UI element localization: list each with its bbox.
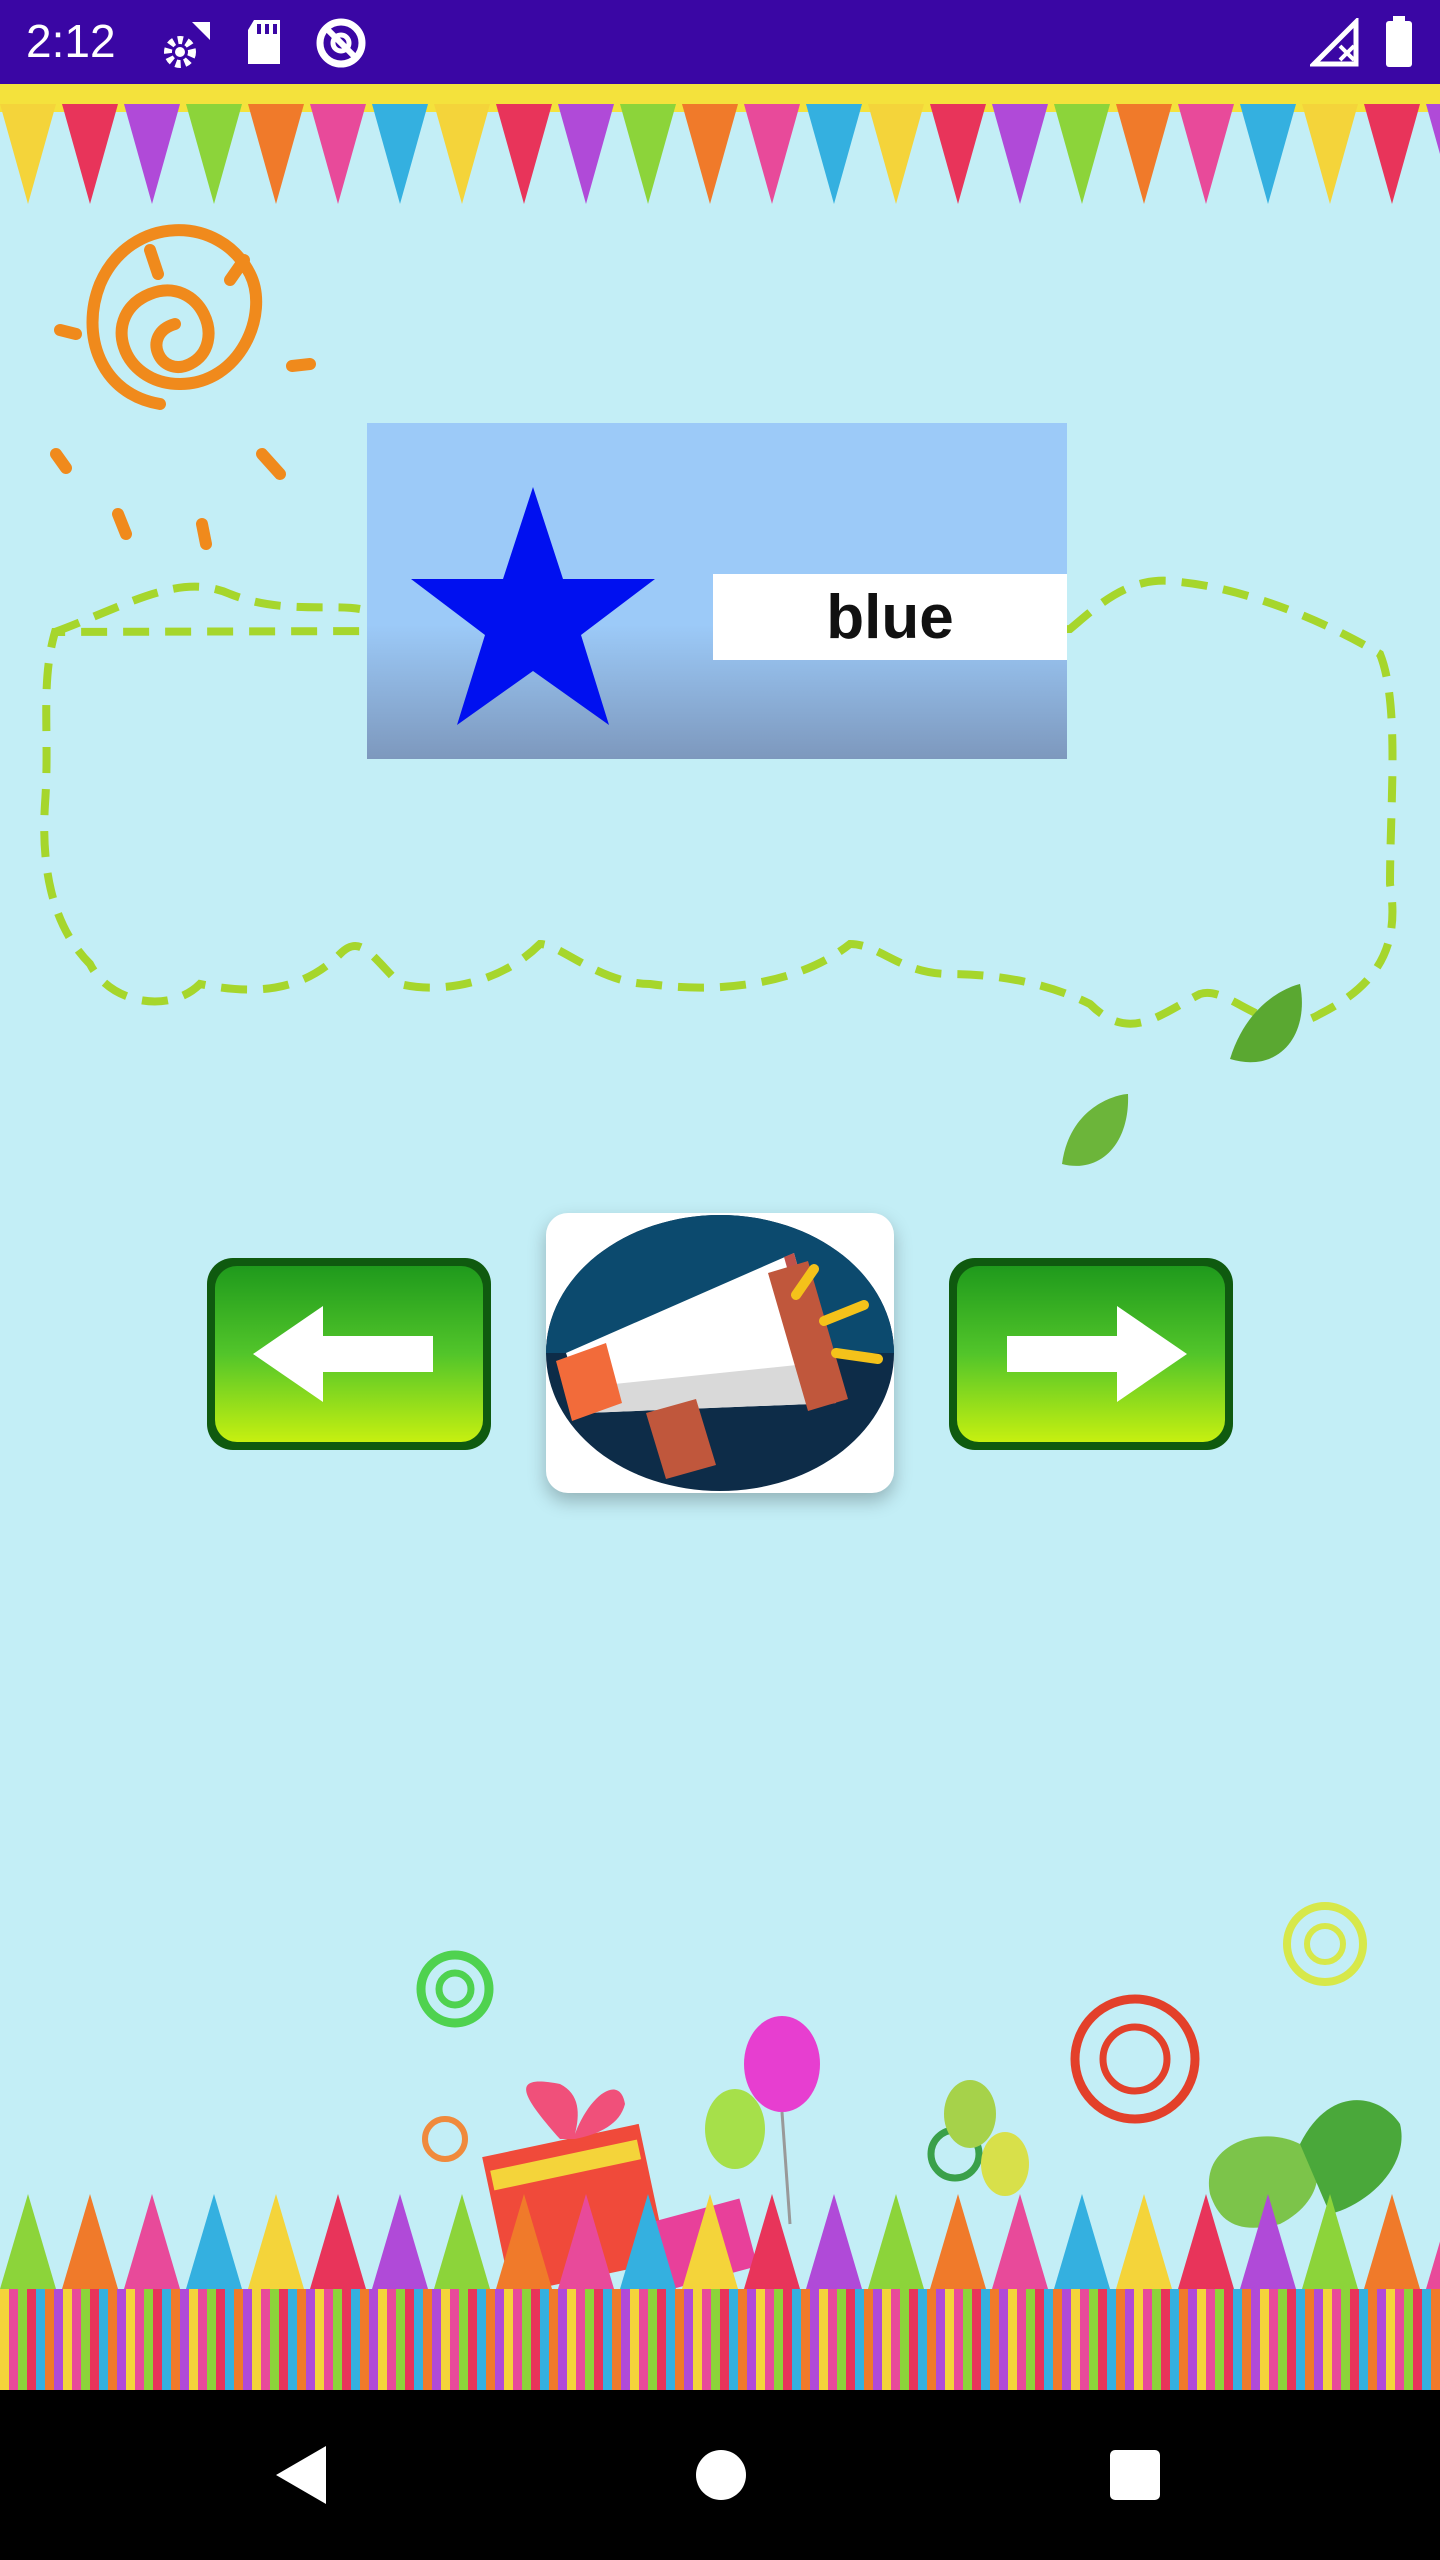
star-icon <box>411 487 655 725</box>
status-bar: 2:12 <box>0 0 1440 84</box>
leaf-icon <box>1062 1094 1129 1166</box>
app-screen: blue <box>0 84 1440 2390</box>
top-bunting <box>0 104 1440 204</box>
sd-card-icon <box>244 18 284 71</box>
next-button[interactable] <box>945 1254 1237 1454</box>
settings-icon <box>160 18 216 75</box>
color-word-label: blue <box>713 574 1067 660</box>
system-nav-bar <box>0 2390 1440 2560</box>
flash-card: blue <box>367 423 1067 759</box>
right-arrow-icon <box>949 1258 1233 1450</box>
battery-icon <box>1384 16 1414 73</box>
back-icon[interactable] <box>270 2442 330 2508</box>
megaphone-icon <box>546 1215 894 1491</box>
recents-icon[interactable] <box>1108 2448 1162 2502</box>
sun-icon <box>50 224 316 550</box>
leaf-icon <box>1230 984 1302 1063</box>
left-arrow-icon <box>207 1258 491 1450</box>
status-time: 2:12 <box>26 15 116 67</box>
bottom-decorations <box>416 1902 1402 2295</box>
circle-slash-icon <box>314 16 368 75</box>
previous-button[interactable] <box>203 1254 495 1454</box>
home-icon[interactable] <box>694 2448 748 2502</box>
speak-button[interactable] <box>546 1213 894 1493</box>
bottom-stripes <box>0 2289 1440 2390</box>
signal-icon <box>1307 15 1362 73</box>
